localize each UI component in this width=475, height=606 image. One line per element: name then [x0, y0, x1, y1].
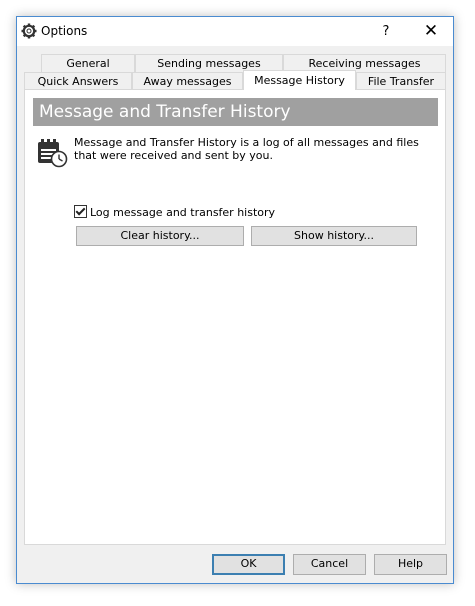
- title-bar[interactable]: Options ? ✕: [17, 17, 453, 46]
- tab-general[interactable]: General: [41, 54, 135, 72]
- tab-file-transfer[interactable]: File Transfer: [356, 72, 446, 90]
- calendar-clock-icon: [38, 139, 68, 168]
- log-history-checkbox[interactable]: [74, 205, 87, 218]
- log-history-row[interactable]: Log message and transfer history: [74, 205, 275, 219]
- message-history-panel: Message and Transfer History Message and…: [24, 89, 446, 545]
- description-text: Message and Transfer History is a log of…: [74, 136, 419, 162]
- show-history-button[interactable]: Show history...: [251, 226, 417, 246]
- help-button[interactable]: Help: [374, 554, 447, 575]
- ok-button[interactable]: OK: [212, 554, 285, 575]
- options-dialog: Options ? ✕ General Sending messages Rec…: [16, 16, 454, 584]
- log-history-label: Log message and transfer history: [90, 206, 276, 219]
- cancel-button[interactable]: Cancel: [293, 554, 366, 575]
- clear-history-button[interactable]: Clear history...: [76, 226, 244, 246]
- help-title-button[interactable]: ?: [363, 17, 409, 46]
- window-title: Options: [41, 24, 88, 38]
- close-button[interactable]: ✕: [409, 17, 453, 46]
- tab-away-messages[interactable]: Away messages: [132, 72, 243, 90]
- gear-icon: [21, 23, 37, 39]
- tab-quick-answers[interactable]: Quick Answers: [24, 72, 132, 90]
- section-header: Message and Transfer History: [33, 98, 438, 126]
- tab-message-history[interactable]: Message History: [243, 70, 356, 90]
